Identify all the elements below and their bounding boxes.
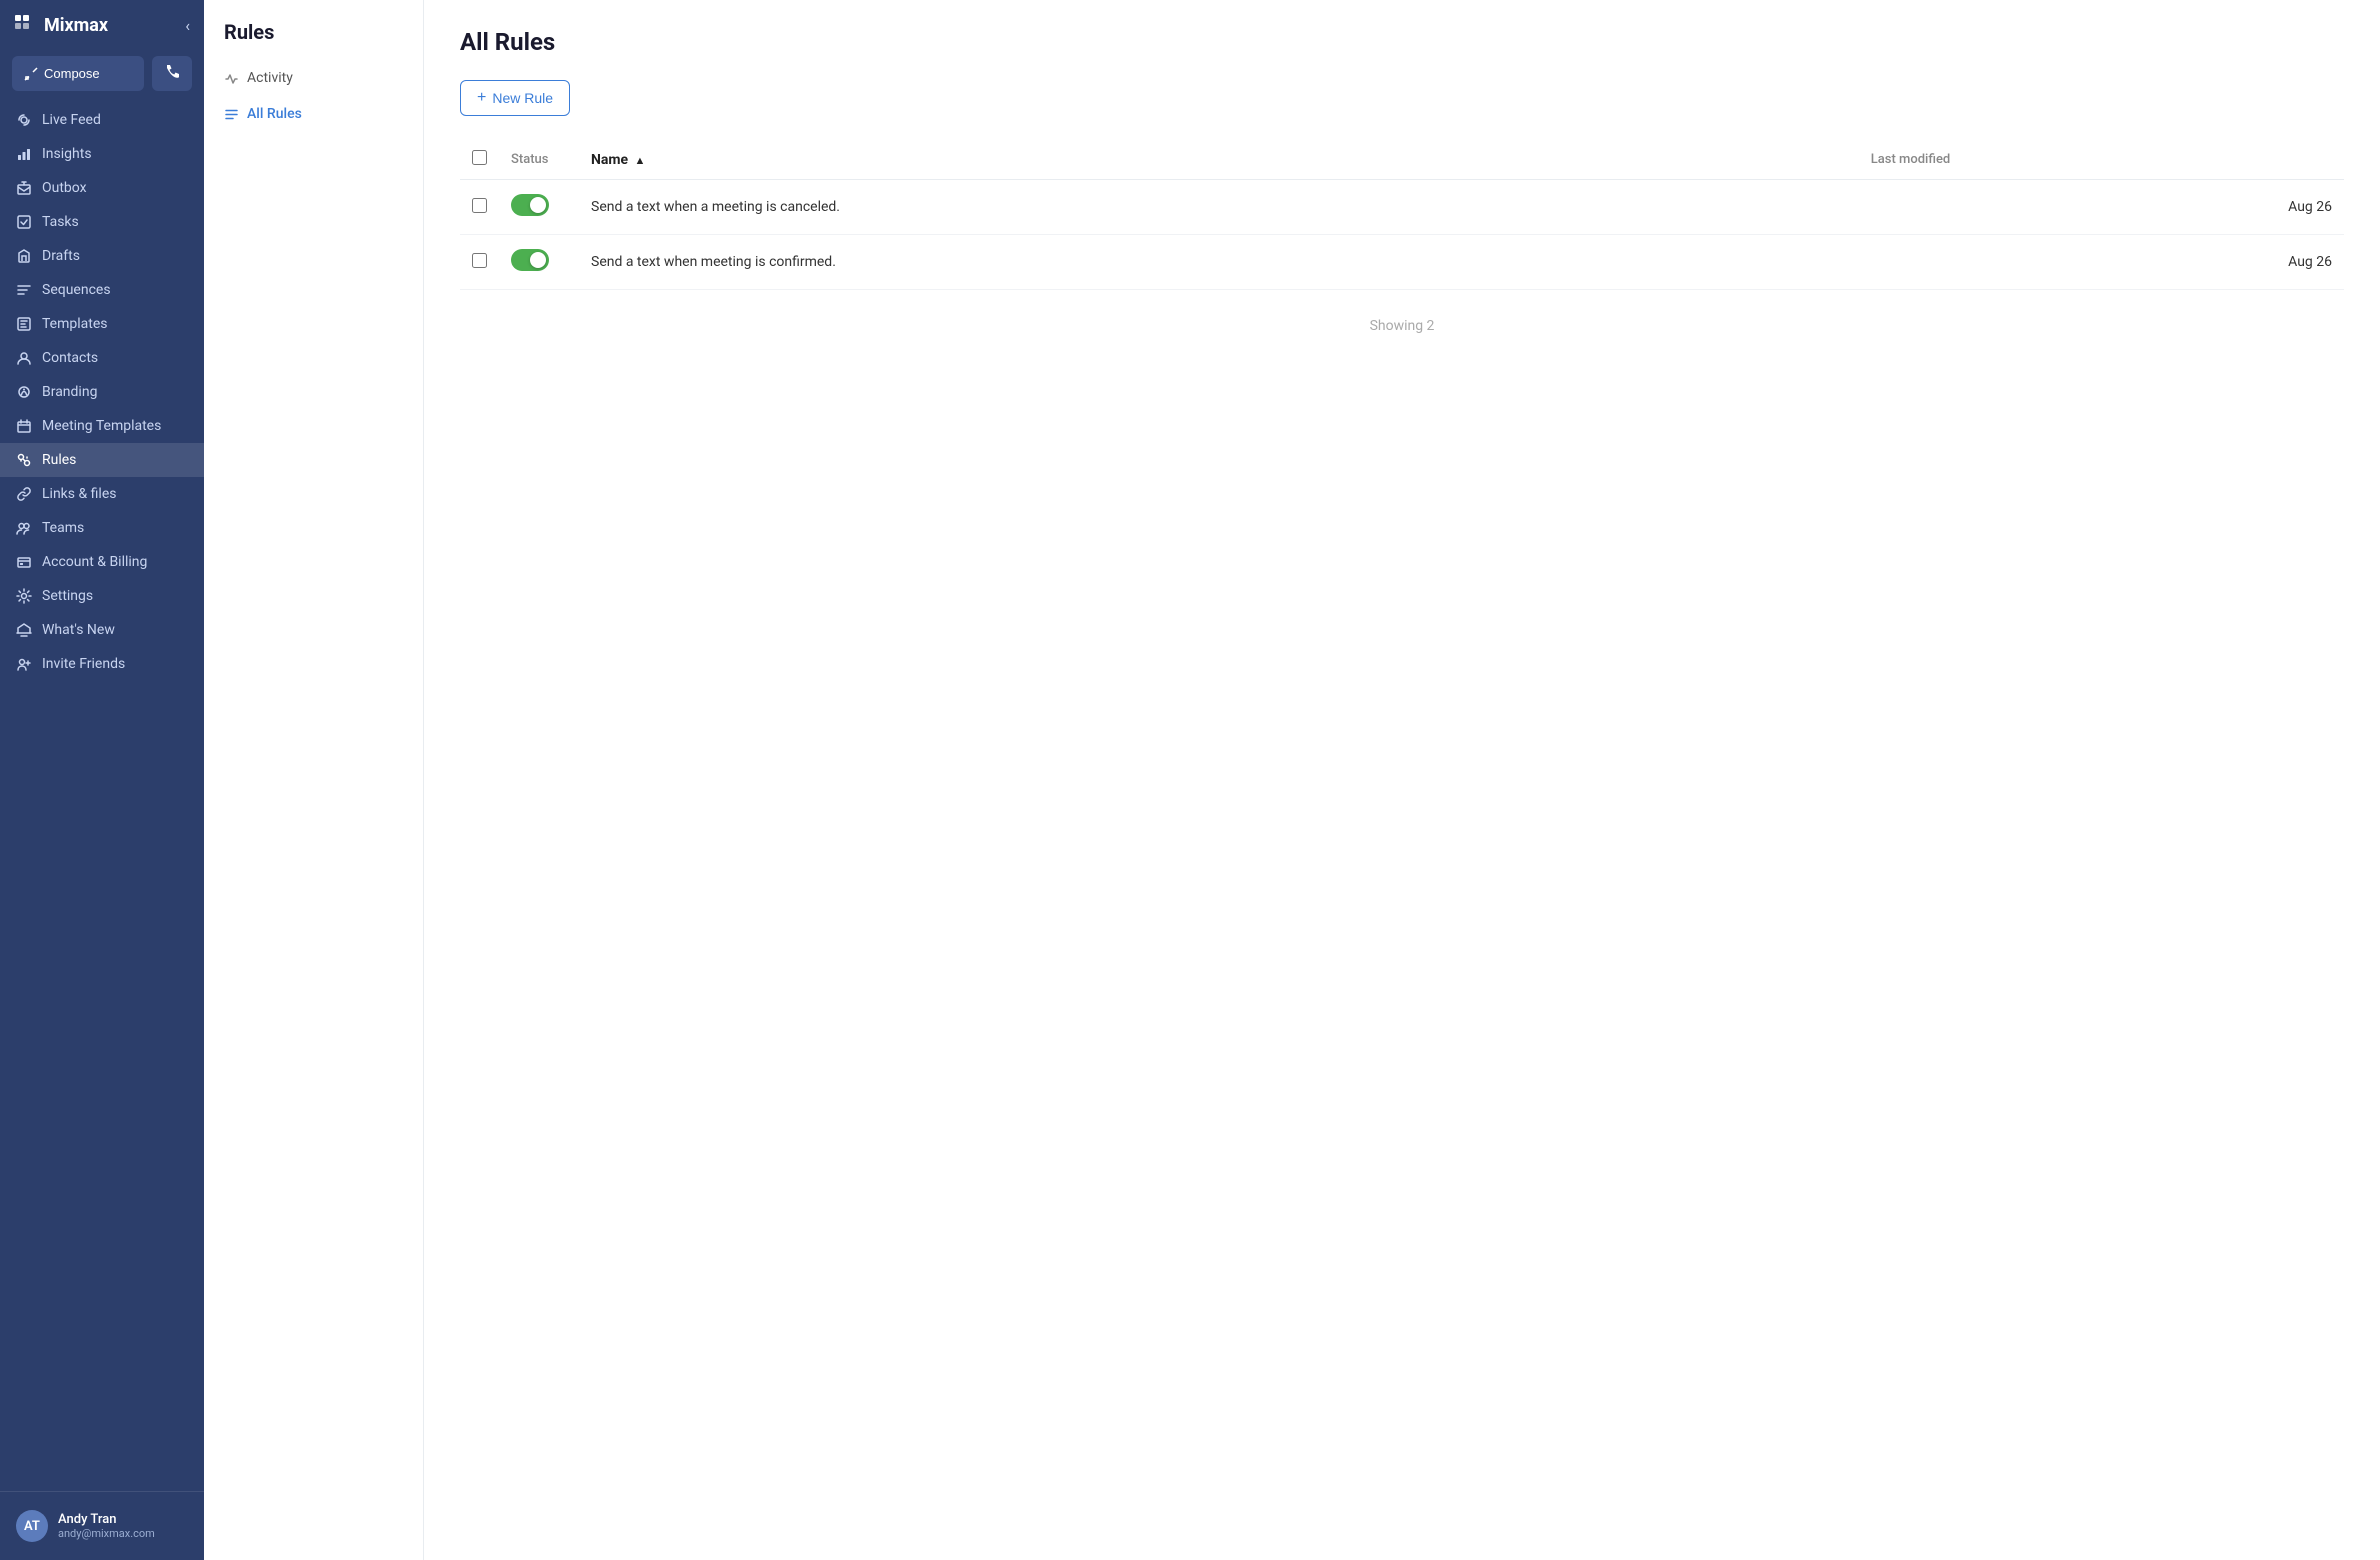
phone-button[interactable]	[152, 56, 192, 91]
sidebar-item-tasks[interactable]: Tasks	[0, 205, 204, 239]
sidebar-item-invite-friends[interactable]: Invite Friends	[0, 647, 204, 681]
sidebar-bottom: AT Andy Tran andy@mixmax.com	[0, 1491, 204, 1560]
rule-name-0: Send a text when a meeting is canceled.	[579, 180, 1859, 235]
app-name: Mixmax	[44, 15, 108, 36]
sidebar-item-drafts[interactable]: Drafts	[0, 239, 204, 273]
sidebar-item-contacts[interactable]: Contacts	[0, 341, 204, 375]
rule-toggle-0[interactable]	[511, 194, 549, 216]
rule-date-0: Aug 26	[1859, 180, 2344, 235]
logo-icon	[14, 14, 36, 36]
main-panel-title: All Rules	[460, 28, 2344, 56]
sub-nav-activity[interactable]: Activity	[204, 60, 423, 96]
col-last-modified: Last modified	[1859, 140, 2344, 180]
select-all-checkbox[interactable]	[472, 150, 487, 165]
sidebar-item-outbox[interactable]: Outbox	[0, 171, 204, 205]
col-status: Status	[499, 140, 579, 180]
showing-count: Showing 2	[460, 318, 2344, 334]
user-name: Andy Tran	[58, 1512, 155, 1527]
table-row: Send a text when a meeting is canceled.A…	[460, 180, 2344, 235]
sort-arrow-icon: ▲	[635, 154, 646, 167]
app-logo: Mixmax	[14, 14, 108, 36]
sidebar-item-insights[interactable]: Insights	[0, 137, 204, 171]
toggle-cell-1[interactable]	[499, 235, 579, 290]
sidebar-item-live-feed[interactable]: Live Feed	[0, 103, 204, 137]
col-name: Name ▲	[579, 140, 1859, 180]
avatar: AT	[16, 1510, 48, 1542]
sidebar: Mixmax ‹ Compose Live Feed Insights Outb…	[0, 0, 204, 1560]
plus-icon: +	[477, 89, 486, 107]
user-details: Andy Tran andy@mixmax.com	[58, 1512, 155, 1540]
sidebar-actions: Compose	[0, 50, 204, 103]
sidebar-item-links-files[interactable]: Links & files	[0, 477, 204, 511]
collapse-button[interactable]: ‹	[185, 16, 190, 35]
sidebar-item-settings[interactable]: Settings	[0, 579, 204, 613]
user-info[interactable]: AT Andy Tran andy@mixmax.com	[0, 1500, 204, 1552]
sidebar-header: Mixmax ‹	[0, 0, 204, 50]
sidebar-item-branding[interactable]: Branding	[0, 375, 204, 409]
sidebar-item-sequences[interactable]: Sequences	[0, 273, 204, 307]
sub-nav-all-rules[interactable]: All Rules	[204, 96, 423, 132]
content-area: Rules Activity All Rules All Rules + New…	[204, 0, 2380, 1560]
compose-button[interactable]: Compose	[12, 56, 144, 91]
rule-toggle-1[interactable]	[511, 249, 549, 271]
main-panel: All Rules + New Rule Status Name ▲ Last …	[424, 0, 2380, 1560]
rules-sub-sidebar: Rules Activity All Rules	[204, 0, 424, 1560]
sidebar-item-meeting-templates[interactable]: Meeting Templates	[0, 409, 204, 443]
user-email: andy@mixmax.com	[58, 1527, 155, 1540]
sidebar-item-teams[interactable]: Teams	[0, 511, 204, 545]
table-row: Send a text when meeting is confirmed.Au…	[460, 235, 2344, 290]
rule-name-1: Send a text when meeting is confirmed.	[579, 235, 1859, 290]
new-rule-button[interactable]: + New Rule	[460, 80, 570, 116]
sidebar-item-whats-new[interactable]: What's New	[0, 613, 204, 647]
row-checkbox-1[interactable]	[472, 253, 487, 268]
toggle-cell-0[interactable]	[499, 180, 579, 235]
row-checkbox-0[interactable]	[472, 198, 487, 213]
rule-date-1: Aug 26	[1859, 235, 2344, 290]
sidebar-item-rules[interactable]: Rules	[0, 443, 204, 477]
rules-table: Status Name ▲ Last modified Send a text …	[460, 140, 2344, 290]
sidebar-item-account-billing[interactable]: Account & Billing	[0, 545, 204, 579]
sidebar-nav: Live Feed Insights Outbox Tasks Drafts S…	[0, 103, 204, 1491]
rules-title: Rules	[204, 20, 423, 60]
sidebar-item-templates[interactable]: Templates	[0, 307, 204, 341]
